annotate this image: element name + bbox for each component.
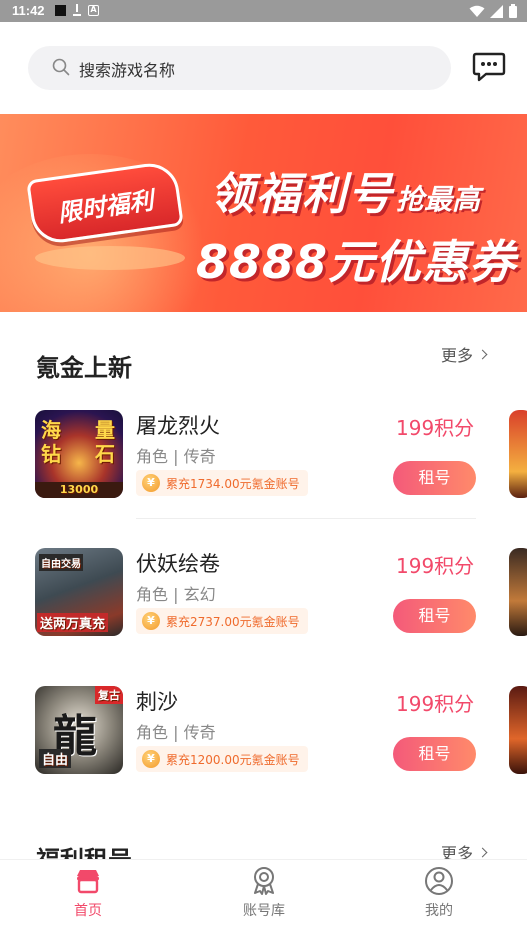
- next-card-peek[interactable]: [509, 410, 527, 498]
- banner-headline: 领福利号 抢最高: [210, 158, 480, 222]
- message-icon[interactable]: [472, 52, 506, 82]
- status-bar: 11:42 A: [0, 0, 527, 22]
- search-placeholder: 搜索游戏名称: [79, 61, 176, 80]
- recharge-badge: ¥ 累充1734.00元氪金账号: [136, 470, 308, 496]
- banner-pedestal: [35, 246, 185, 270]
- a-notification-icon: A: [88, 4, 99, 16]
- tab-home[interactable]: 首页: [38, 866, 138, 920]
- tab-label: 我的: [425, 903, 453, 919]
- recharge-badge: ¥ 累充2737.00元氪金账号: [136, 608, 308, 634]
- next-card-peek[interactable]: [509, 548, 527, 636]
- tab-mine[interactable]: 我的: [389, 866, 489, 920]
- recharge-text: 累充1734.00元氪金账号: [166, 476, 300, 491]
- section-title-new: 氪金上新: [36, 354, 132, 382]
- more-label: 更多: [441, 346, 474, 365]
- banner-tag-text: 限时福利: [56, 186, 156, 228]
- search-icon: [52, 58, 70, 76]
- coin-icon: ¥: [142, 750, 160, 768]
- banner-coupon-text: 8888元优惠券: [196, 235, 517, 289]
- game-thumbnail: 龍 复古 自由: [35, 686, 123, 774]
- game-row[interactable]: 自由交易 送两万真充 伏妖绘卷 角色 | 玄幻 ¥ 累充2737.00元氪金账号…: [0, 548, 527, 658]
- app-notification-icon: [55, 4, 66, 16]
- rent-button[interactable]: 租号: [393, 737, 476, 771]
- chevron-right-icon: [477, 349, 488, 359]
- status-system-icons: [469, 4, 517, 18]
- game-price: 199积分: [396, 416, 475, 440]
- game-row[interactable]: 海 量 钻 石 13000 屠龙烈火 角色 | 传奇 ¥ 累充1734.00元氪…: [0, 410, 527, 520]
- battery-icon: [509, 4, 517, 18]
- section-title-welfare: 福利租号: [36, 846, 132, 861]
- game-thumbnail: 海 量 钻 石 13000: [35, 410, 123, 498]
- coin-icon: ¥: [142, 612, 160, 630]
- banner-headline-small: 抢最高: [396, 183, 481, 216]
- game-name: 伏妖绘卷: [136, 552, 220, 576]
- chevron-right-icon: [477, 847, 488, 857]
- rent-button[interactable]: 租号: [393, 599, 476, 633]
- bottom-tab-bar: 首页 账号库 我的: [0, 860, 527, 936]
- game-tags: 角色 | 传奇: [136, 447, 216, 466]
- badge-icon: [254, 867, 274, 895]
- game-tags: 角色 | 玄幻: [136, 585, 216, 604]
- status-time: 11:42: [12, 3, 45, 18]
- banner-headline-big: 领福利号: [210, 169, 394, 220]
- tab-accounts[interactable]: 账号库: [214, 866, 314, 920]
- recharge-badge: ¥ 累充1200.00元氪金账号: [136, 746, 308, 772]
- row-divider: [136, 518, 476, 519]
- game-tags: 角色 | 传奇: [136, 723, 216, 742]
- search-input[interactable]: 搜索游戏名称: [28, 46, 451, 90]
- game-name: 屠龙烈火: [136, 414, 220, 438]
- user-icon: [425, 867, 453, 895]
- status-notification-icons: A: [55, 4, 99, 16]
- game-name: 刺沙: [136, 690, 178, 714]
- tab-label: 账号库: [243, 903, 285, 919]
- game-thumbnail: 自由交易 送两万真充: [35, 548, 123, 636]
- shop-icon: [77, 870, 99, 894]
- coin-icon: ¥: [142, 474, 160, 492]
- rent-button[interactable]: 租号: [393, 461, 476, 495]
- game-price: 199积分: [396, 554, 475, 578]
- wifi-icon: [469, 5, 485, 17]
- game-price: 199积分: [396, 692, 475, 716]
- promo-banner[interactable]: 限时福利 领福利号 抢最高 8888元优惠券: [0, 114, 527, 312]
- signal-icon: [490, 4, 503, 18]
- recharge-text: 累充1200.00元氪金账号: [166, 752, 300, 767]
- recharge-text: 累充2737.00元氪金账号: [166, 614, 300, 629]
- more-link-new[interactable]: 更多: [441, 342, 488, 366]
- tab-label: 首页: [74, 903, 102, 919]
- game-row[interactable]: 龍 复古 自由 刺沙 角色 | 传奇 ¥ 累充1200.00元氪金账号 199积…: [0, 686, 527, 796]
- next-card-peek[interactable]: [509, 686, 527, 774]
- download-icon: [72, 4, 82, 16]
- search-header: 搜索游戏名称: [0, 22, 527, 114]
